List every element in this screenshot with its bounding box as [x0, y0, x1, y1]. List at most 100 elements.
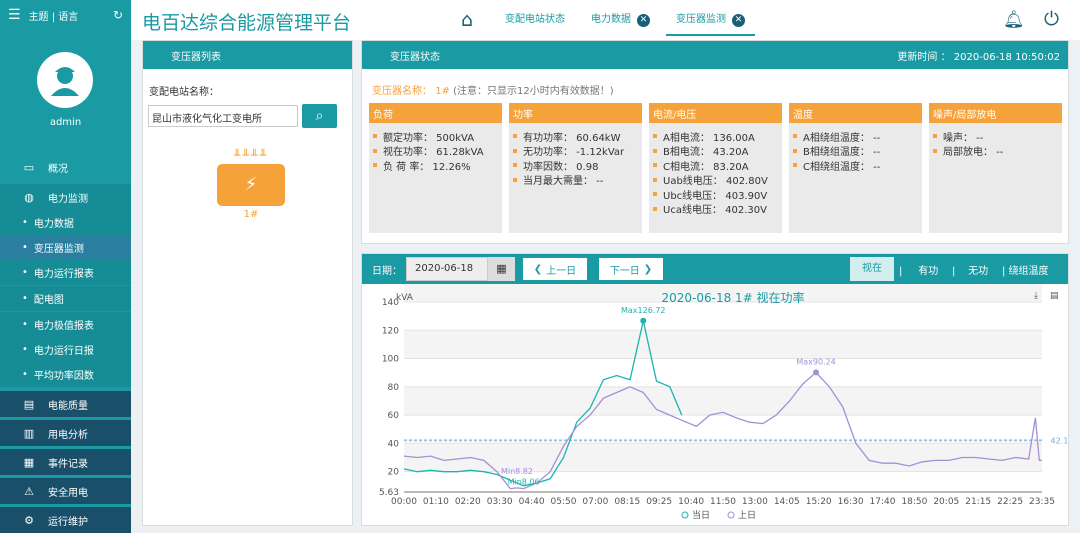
- nav-label: 电力监测: [48, 193, 88, 205]
- terminal-icon: ╨╨╨╨: [233, 149, 269, 162]
- nav-label: 用电分析: [48, 429, 88, 441]
- subnav-extreme[interactable]: 电力极值报表: [0, 312, 131, 337]
- x-tick-label: 03:30: [487, 497, 513, 507]
- transformer-list-panel: 变压器列表 变配电站名称： 昆山市液化气化工变电所 ⌕ ⚡ ╨╨╨╨ 1#: [142, 40, 353, 526]
- name-label: 变压器名称：: [372, 86, 432, 97]
- y-tick-label: 80: [388, 383, 400, 393]
- date-input[interactable]: 2020-06-18: [406, 257, 488, 281]
- grid-band: [404, 386, 1042, 416]
- avatar: [37, 52, 93, 108]
- home-icon[interactable]: ⌂: [461, 9, 473, 31]
- header: 电百达综合能源管理平台 ⌂ 变配电站状态 电力数据 ✕ 变压器监测 ✕ 🔔︎ ⏻: [131, 0, 1080, 40]
- card-value: 当月最大需量： --: [509, 173, 642, 187]
- next-day-button[interactable]: 下一日 ❯: [598, 257, 664, 281]
- card-value: Uca线电压： 402.30V: [649, 202, 782, 216]
- tab-transformer[interactable]: 变压器监测 ✕: [666, 10, 755, 36]
- x-tick-label: 11:50: [710, 497, 736, 507]
- analysis-icon: ▥: [23, 426, 35, 440]
- close-icon[interactable]: ✕: [637, 14, 650, 27]
- x-tick-label: 07:00: [582, 497, 608, 507]
- type-active-button[interactable]: | 有功: [899, 262, 938, 277]
- card-title: 功率: [509, 103, 642, 123]
- transformer-name: 1#: [435, 86, 450, 97]
- menu-icon[interactable]: ☰: [8, 7, 21, 23]
- type-apparent-button[interactable]: 视在: [850, 257, 894, 281]
- x-tick-label: 04:40: [519, 497, 545, 507]
- nav-label: 运行维护: [48, 516, 88, 528]
- nav-events[interactable]: ▦ 事件记录: [0, 449, 131, 475]
- x-tick-label: 16:30: [838, 497, 864, 507]
- nav-maintenance[interactable]: ⚙ 运行维护: [0, 507, 131, 533]
- nav-label: 事件记录: [48, 458, 88, 470]
- card-value: 噪声： --: [929, 129, 1062, 144]
- card-value: 负 荷 率： 12.26%: [369, 158, 502, 173]
- y-tick-label: 40: [388, 439, 400, 449]
- nav-quality[interactable]: ▤ 电能质量: [0, 391, 131, 417]
- transformer-status-panel: 变压器状态 更新时间 ： 2020-06-18 10:50:02 变压器名称： 1…: [361, 40, 1069, 244]
- station-input[interactable]: 昆山市液化气化工变电所: [148, 105, 298, 127]
- event-icon: ▦: [23, 455, 35, 469]
- chart-title: 2020-06-18 1# 视在功率: [661, 290, 804, 305]
- tab-station-status[interactable]: 变配电站状态: [505, 10, 565, 25]
- nav-overview[interactable]: ▭ 概况: [0, 154, 131, 180]
- chart-panel: 日期： 2020-06-18 ▦ ❮ 上一日 下一日 ❯ 视在 | 有功 | 无功 …: [361, 253, 1073, 526]
- card-value: B相绕组温度： --: [789, 144, 922, 158]
- username: admin: [49, 117, 82, 128]
- subnav-transformer[interactable]: 变压器监测: [0, 235, 131, 260]
- quality-icon: ▤: [23, 397, 35, 411]
- power-off-icon[interactable]: ⏻: [1044, 8, 1059, 30]
- user-avatar-icon: [51, 67, 79, 96]
- nav-safety[interactable]: ⚠ 安全用电: [0, 478, 131, 504]
- power-chart: 140120100806040205.6300:00 01:10 02:20 03:3…: [379, 273, 1073, 521]
- subnav-report[interactable]: 电力运行报表: [0, 260, 131, 285]
- card-value: A相电流： 136.00A: [649, 129, 782, 144]
- note: (注意：只显示12小时内有效数据！): [453, 86, 614, 97]
- card-value: 无功功率： -1.12kVar: [509, 144, 642, 158]
- subnav-daily[interactable]: 电力运行日报: [0, 337, 131, 362]
- sidebar: ☰ 主题 | 语言 ↻ admin ▭ 概况 ◍ 电力监测 电力数据 变压器监测 电…: [0, 0, 131, 533]
- card-value: 额定功率： 500kVA: [369, 129, 502, 144]
- type-label: 绕组温度: [1008, 266, 1049, 277]
- x-tick-label: 15:20: [806, 497, 832, 507]
- type-reactive-button[interactable]: | 无功: [952, 262, 988, 277]
- x-tick-label: 21:15: [965, 497, 991, 507]
- x-tick-label: 18:50: [901, 497, 927, 507]
- card-title: 电流/电压: [649, 103, 782, 123]
- search-button[interactable]: ⌕: [302, 104, 337, 128]
- tab-power-data[interactable]: 电力数据 ✕: [591, 10, 650, 27]
- close-icon[interactable]: ✕: [732, 14, 745, 27]
- refresh-icon[interactable]: ↻: [113, 8, 123, 22]
- x-tick-label: 14:05: [774, 497, 800, 507]
- card-value: 局部放电： --: [929, 144, 1062, 158]
- nav-label: 安全用电: [48, 487, 88, 499]
- type-temp-button[interactable]: | 绕组温度: [1002, 262, 1049, 277]
- status-card: 噪声/局部放电 噪声： -- 局部放电： --: [929, 103, 1062, 233]
- card-value: C相电流： 83.20A: [649, 158, 782, 173]
- calendar-icon[interactable]: ▦: [488, 257, 515, 281]
- status-card: 功率 有功功率： 60.64kW 无功功率： -1.12kVar 功率因数： 0.98…: [509, 103, 642, 233]
- transformer-icon[interactable]: ⚡: [217, 164, 285, 206]
- x-tick-label: 22:25: [997, 497, 1023, 507]
- legend-marker: [727, 511, 735, 519]
- annotation: 42.18: [1051, 436, 1068, 445]
- nav-label: 概况: [48, 163, 68, 175]
- subnav-power-factor[interactable]: 平均功率因数: [0, 362, 131, 387]
- nav-power-monitor[interactable]: ◍ 电力监测: [0, 184, 131, 210]
- tab-label: 变配电站状态: [505, 14, 565, 25]
- maintenance-icon: ⚙: [24, 513, 34, 527]
- max-point: [813, 369, 820, 376]
- x-tick-label: 13:00: [742, 497, 768, 507]
- bell-icon[interactable]: 🔔︎: [1003, 10, 1025, 30]
- x-tick-label: 17:40: [870, 497, 896, 507]
- chevron-left-icon: ❮: [533, 263, 543, 275]
- x-tick-label: 05:50: [551, 497, 577, 507]
- prev-day-button[interactable]: ❮ 上一日: [522, 257, 588, 281]
- nav-analysis[interactable]: ▥ 用电分析: [0, 420, 131, 446]
- subnav-power-data[interactable]: 电力数据: [0, 210, 131, 235]
- subnav-diagram[interactable]: 配电图: [0, 286, 131, 311]
- theme-language-link[interactable]: 主题 | 语言: [29, 8, 79, 23]
- y-tick-label: 20: [388, 468, 400, 478]
- card-value: C相绕组温度： --: [789, 158, 922, 173]
- type-label: 无功: [968, 266, 989, 277]
- prev-label: 上一日: [546, 265, 577, 277]
